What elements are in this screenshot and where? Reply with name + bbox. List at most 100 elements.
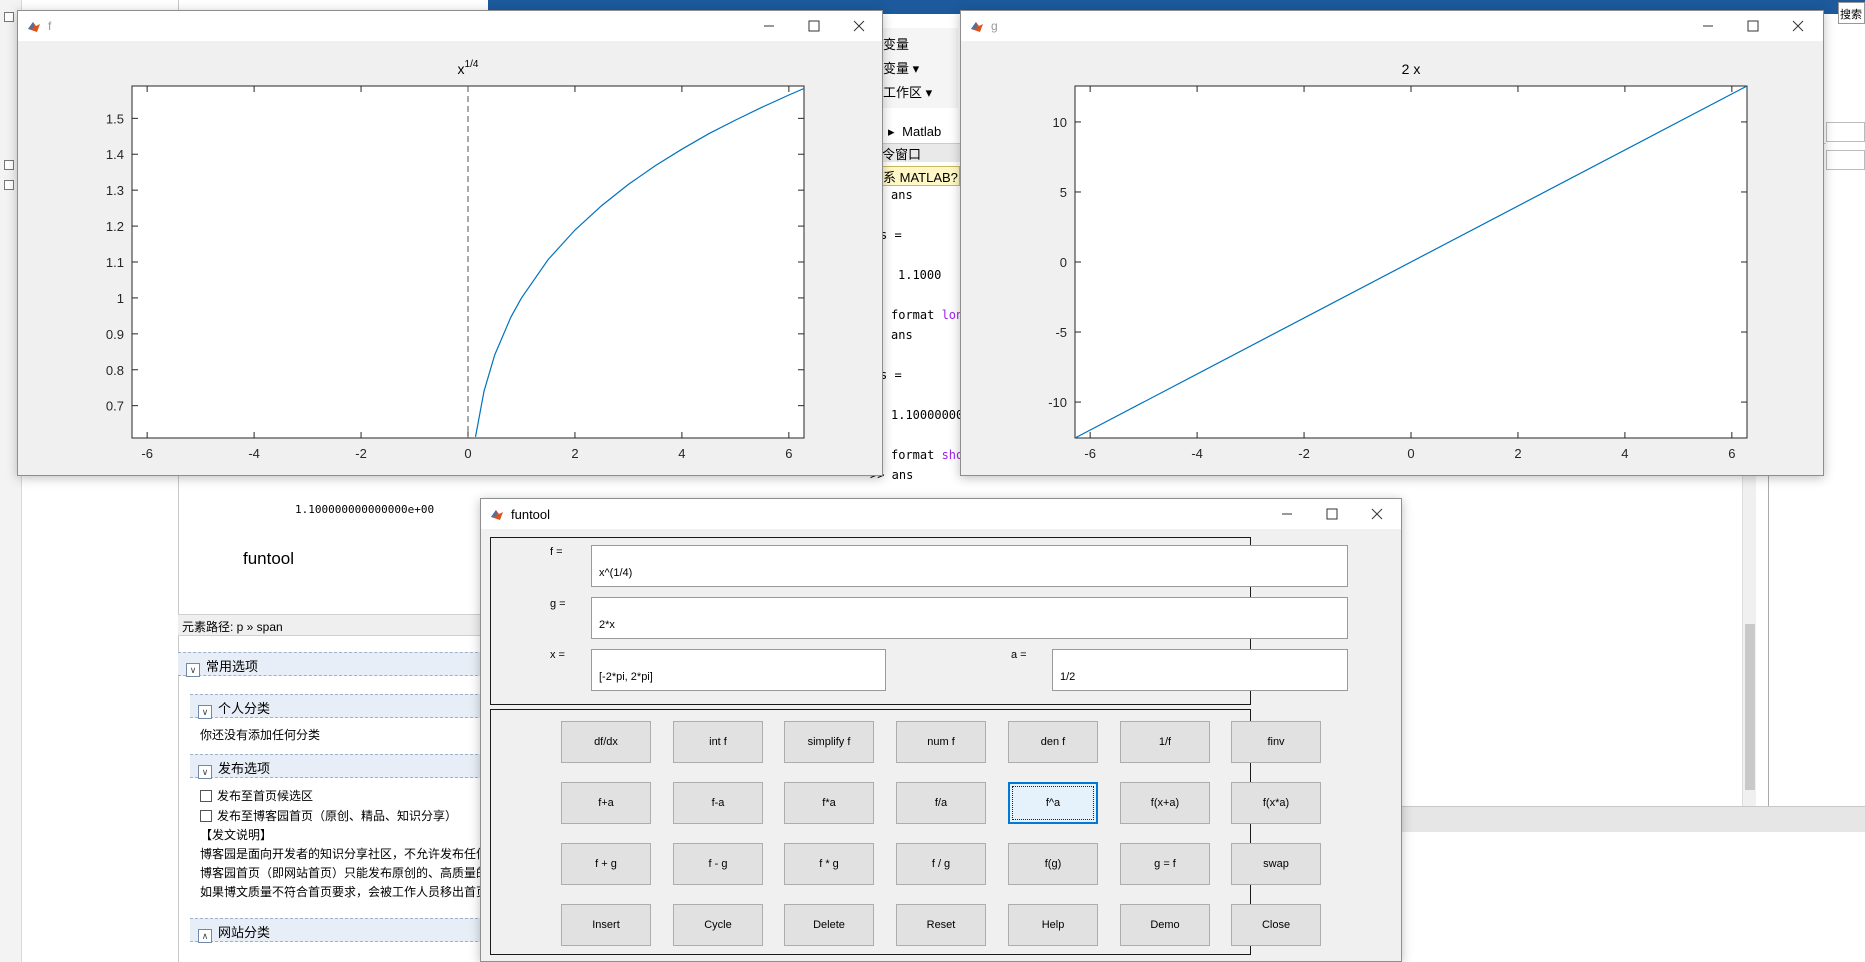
funtool-button-demo[interactable]: Demo <box>1120 904 1210 946</box>
note-line: 博客园是面向开发者的知识分享社区，不允许发布任何 <box>200 847 489 861</box>
funtool-button-simplify-f[interactable]: simplify f <box>784 721 874 763</box>
g-input[interactable] <box>591 597 1348 639</box>
plot-title: 2 x <box>1402 61 1421 77</box>
figure-titlebar[interactable]: f <box>18 11 882 41</box>
maximize-icon[interactable] <box>1742 17 1764 35</box>
x-tick-label: 6 <box>1728 446 1735 461</box>
funtool-button-insert[interactable]: Insert <box>561 904 651 946</box>
section-site-category[interactable]: ∧ 网站分类 <box>190 918 488 943</box>
funtool-button-g-f[interactable]: g = f <box>1120 843 1210 885</box>
funtool-button-help[interactable]: Help <box>1008 904 1098 946</box>
checkbox-homepage-row[interactable]: 发布至博客园首页（原创、精品、知识分享） <box>200 807 457 824</box>
window-title: f <box>48 19 52 33</box>
x-tick-label: 0 <box>464 446 471 461</box>
field[interactable] <box>1826 150 1865 170</box>
plot-axes-f[interactable]: -6 -4 -2 0 2 4 6 0.7 0.8 0.9 1 1.1 1.2 1.3 1.4 1.5 x1/4 <box>18 41 882 475</box>
section-common-options[interactable]: ∨ 常用选项 <box>178 652 488 677</box>
funtool-input-panel: f = g = x = a = <box>490 537 1348 705</box>
funtool-button-cycle[interactable]: Cycle <box>673 904 763 946</box>
command-line: 1.10000000 <box>891 408 964 422</box>
funtool-button-f-g[interactable]: f(g) <box>1008 843 1098 885</box>
funtool-button-f-x-a[interactable]: f(x*a) <box>1231 782 1321 824</box>
funtool-titlebar[interactable]: funtool <box>481 499 1401 529</box>
x-tick-label: -2 <box>355 446 367 461</box>
x-input[interactable] <box>591 649 886 691</box>
f-input[interactable] <box>591 545 1348 587</box>
collapse-toggle-icon[interactable]: ∨ <box>198 765 212 779</box>
x-tick-label: 4 <box>1621 446 1628 461</box>
collapse-toggle-icon[interactable]: ∨ <box>186 663 200 677</box>
funtool-button-f-g[interactable]: f * g <box>784 843 874 885</box>
command-window-scrollbar[interactable] <box>1742 468 1756 806</box>
y-tick-label: 1.1 <box>106 255 124 270</box>
close-icon[interactable] <box>1787 17 1809 35</box>
funtool-button-f-g[interactable]: f + g <box>561 843 651 885</box>
funtool-button-df-dx[interactable]: df/dx <box>561 721 651 763</box>
checkbox-label: 发布至博客园首页（原创、精品、知识分享） <box>217 809 458 823</box>
collapse-toggle-icon[interactable]: ∨ <box>198 705 212 719</box>
x-tick-label: 0 <box>1407 446 1414 461</box>
command-line: s = <box>880 228 902 242</box>
funtool-button-f-a[interactable]: f+a <box>561 782 651 824</box>
scrollbar-thumb[interactable] <box>1745 624 1755 790</box>
sidebar-checkbox-icon[interactable] <box>4 180 14 190</box>
funtool-button-f-a[interactable]: f/a <box>896 782 986 824</box>
new-to-matlab-banner[interactable]: 系 MATLAB? 请 <box>880 166 960 186</box>
funtool-button-num-f[interactable]: num f <box>896 721 986 763</box>
sidebar-checkbox-icon[interactable] <box>4 160 14 170</box>
section-title: 个人分类 <box>218 701 271 716</box>
section-personal-category[interactable]: ∨ 个人分类 <box>190 694 488 719</box>
funtool-button-delete[interactable]: Delete <box>784 904 874 946</box>
section-publish-options[interactable]: ∨ 发布选项 <box>190 754 488 779</box>
checkbox[interactable] <box>200 790 212 802</box>
x-tick-label: -4 <box>1191 446 1203 461</box>
minimize-icon[interactable] <box>758 17 780 35</box>
window-title: funtool <box>511 507 551 522</box>
figure-titlebar[interactable]: g <box>961 11 1823 41</box>
sidebar-checkbox-icon[interactable] <box>4 12 14 22</box>
checkbox-candidate-row[interactable]: 发布至首页候选区 <box>200 787 313 804</box>
funtool-button-int-f[interactable]: int f <box>673 721 763 763</box>
x-tick-label: -4 <box>248 446 260 461</box>
x-tick-label: 6 <box>785 446 792 461</box>
minimize-icon[interactable] <box>1697 17 1719 35</box>
command-line: format lon <box>891 308 964 322</box>
y-tick-label: 1.2 <box>106 219 124 234</box>
y-tick-label: 0.7 <box>106 399 124 414</box>
funtool-button-close[interactable]: Close <box>1231 904 1321 946</box>
field[interactable] <box>1826 122 1865 142</box>
editor-output-text: 1.100000000000000e+00 <box>295 503 435 516</box>
close-icon[interactable] <box>848 17 870 35</box>
y-tick-label: 0.8 <box>106 363 124 378</box>
minimize-icon[interactable] <box>1276 505 1298 523</box>
command-window-title: 令窗口 <box>880 144 960 162</box>
x-label: x = <box>550 649 565 661</box>
checkbox[interactable] <box>200 810 212 822</box>
a-label: a = <box>1011 649 1027 661</box>
funtool-button-1-f[interactable]: 1/f <box>1120 721 1210 763</box>
x-tick-label: 4 <box>678 446 685 461</box>
funtool-button-den-f[interactable]: den f <box>1008 721 1098 763</box>
matlab-logo-icon <box>28 22 40 32</box>
funtool-button-f-a[interactable]: f-a <box>673 782 763 824</box>
expand-toggle-icon[interactable]: ∧ <box>198 929 212 943</box>
close-icon[interactable] <box>1366 505 1388 523</box>
funtool-button-f-a[interactable]: f*a <box>784 782 874 824</box>
funtool-button-swap[interactable]: swap <box>1231 843 1321 885</box>
funtool-button-f-x-a[interactable]: f(x+a) <box>1120 782 1210 824</box>
plot-axes-g[interactable]: -6 -4 -2 0 2 4 6 -10 -5 0 5 10 2 x <box>961 41 1823 475</box>
window-title: g <box>991 19 998 33</box>
a-input[interactable] <box>1052 649 1348 691</box>
matlab-search-box[interactable]: 搜索 <box>1838 2 1865 24</box>
maximize-icon[interactable] <box>803 17 825 35</box>
maximize-icon[interactable] <box>1321 505 1343 523</box>
y-tick-label: 0.9 <box>106 327 124 342</box>
g-label: g = <box>550 598 566 610</box>
funtool-button-f-a[interactable]: f^a <box>1008 782 1098 824</box>
command-line: s = <box>880 368 902 382</box>
funtool-button-f-g[interactable]: f - g <box>673 843 763 885</box>
funtool-button-reset[interactable]: Reset <box>896 904 986 946</box>
funtool-button-f-g[interactable]: f / g <box>896 843 986 885</box>
command-line: format sho <box>891 448 964 462</box>
funtool-button-finv[interactable]: finv <box>1231 721 1321 763</box>
